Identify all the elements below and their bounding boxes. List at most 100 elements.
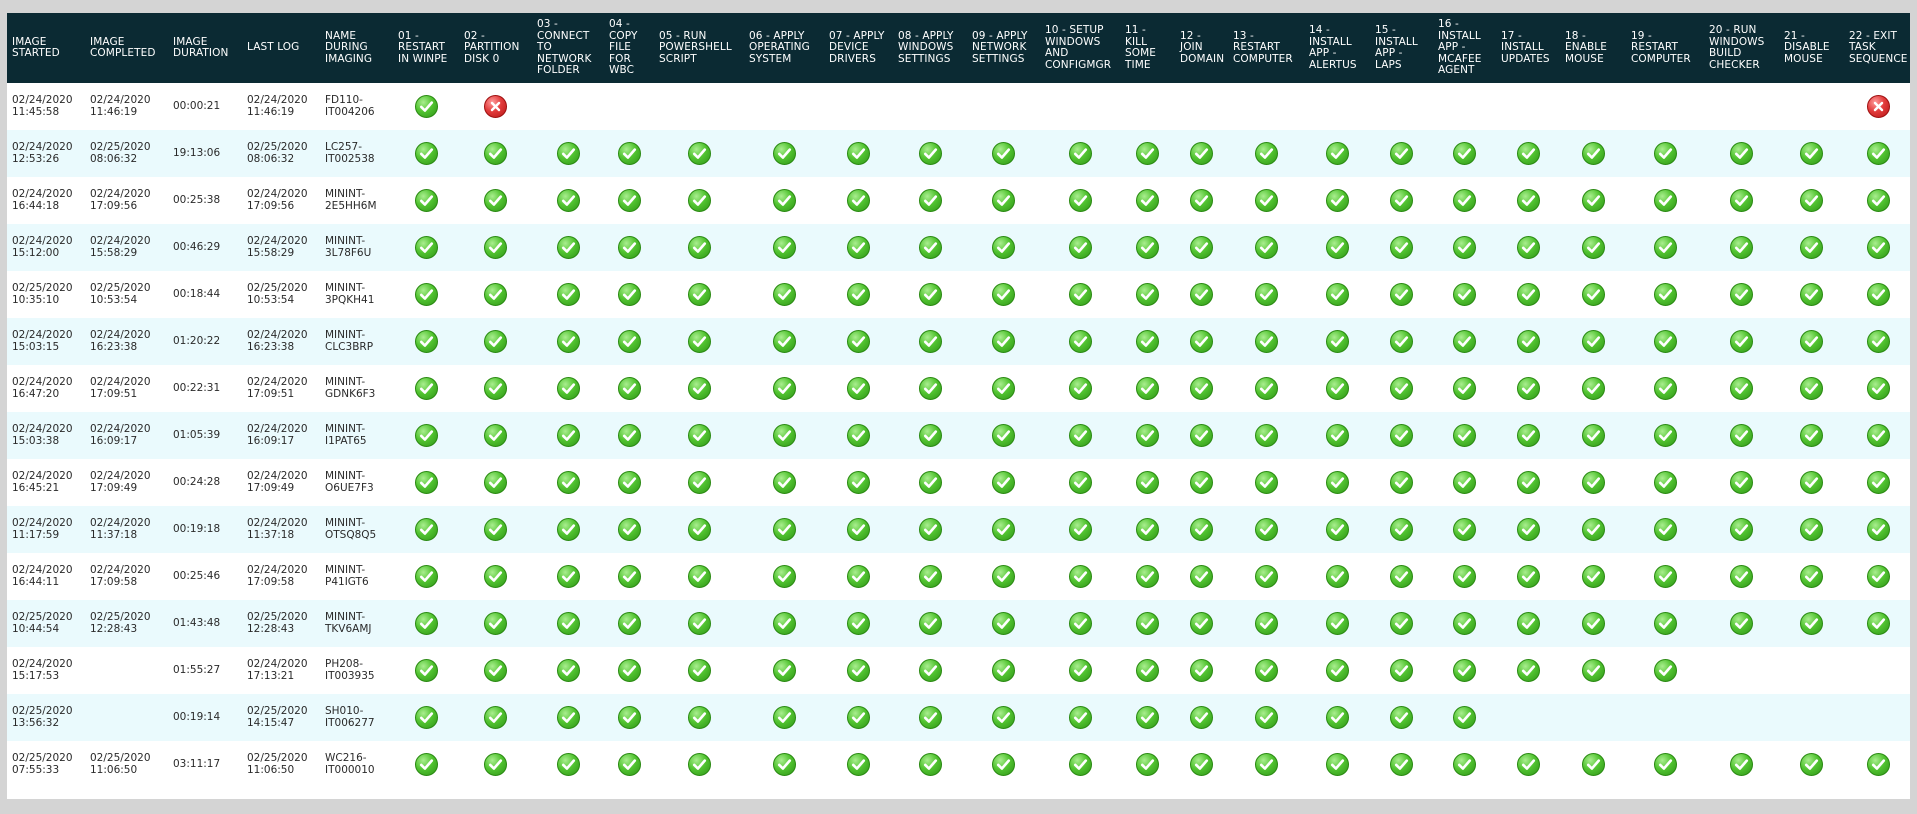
green-check-icon — [1653, 659, 1677, 682]
last-log-cell: 02/25/2020 08:06:32 — [242, 130, 320, 177]
green-check-icon — [1581, 612, 1605, 635]
green-check-icon — [1581, 471, 1605, 494]
column-header: 01 - RESTART IN WINPE — [393, 13, 459, 83]
green-check-icon — [687, 283, 711, 306]
step-status-cell — [1496, 694, 1560, 741]
step-status-cell — [893, 318, 967, 365]
green-check-icon — [1581, 283, 1605, 306]
image-completed-cell: 02/24/2020 16:23:38 — [85, 318, 168, 365]
green-check-icon — [1254, 330, 1278, 353]
step-status-cell — [604, 83, 654, 130]
step-status-cell — [1779, 412, 1844, 459]
image-completed-cell: 02/24/2020 11:46:19 — [90, 94, 151, 118]
green-check-icon — [1136, 142, 1159, 165]
green-check-icon — [992, 659, 1015, 682]
green-check-icon — [1190, 424, 1213, 447]
step-status-cell — [1560, 412, 1626, 459]
step-status-cell — [1370, 83, 1433, 130]
device-name-cell: WC216-IT000010 — [325, 752, 375, 776]
step-status-cell — [1040, 318, 1120, 365]
step-status-cell — [1496, 271, 1560, 318]
step-status-cell — [893, 83, 967, 130]
step-status-cell — [1433, 177, 1496, 224]
image-duration-cell: 19:13:06 — [168, 130, 242, 177]
green-check-icon — [1867, 236, 1890, 259]
step-status-cell — [459, 459, 532, 506]
step-status-cell — [1370, 459, 1433, 506]
green-check-icon — [772, 518, 796, 541]
green-check-icon — [617, 142, 641, 165]
green-check-icon — [1190, 330, 1213, 353]
green-check-icon — [484, 612, 507, 635]
green-check-icon — [556, 471, 580, 494]
green-check-icon — [1068, 753, 1092, 776]
step-status-cell — [967, 130, 1040, 177]
step-status-cell — [1433, 694, 1496, 741]
step-status-cell — [744, 553, 824, 600]
green-check-icon — [1730, 565, 1753, 588]
green-check-icon — [1068, 142, 1092, 165]
green-check-icon — [1136, 189, 1159, 212]
green-check-icon — [1581, 565, 1605, 588]
last-log-cell: 02/24/2020 17:09:56 — [247, 188, 308, 212]
green-check-icon — [1190, 753, 1213, 776]
step-status-cell — [1120, 553, 1175, 600]
table-row: 02/24/2020 16:47:20 02/24/2020 17:09:51 00… — [7, 365, 1910, 412]
step-status-cell — [1040, 741, 1120, 788]
step-status-cell — [1433, 318, 1496, 365]
green-check-icon — [1068, 518, 1092, 541]
column-header: IMAGE DURATION — [168, 13, 242, 83]
green-check-icon — [992, 330, 1015, 353]
image-completed-cell: 02/24/2020 16:09:17 — [85, 412, 168, 459]
step-status-cell — [824, 459, 893, 506]
green-check-icon — [687, 377, 711, 400]
step-status-cell — [1228, 83, 1304, 130]
column-header: IMAGE COMPLETED — [85, 13, 168, 83]
step-status-cell — [1433, 130, 1496, 177]
step-status-cell — [1370, 600, 1433, 647]
step-status-cell — [532, 741, 604, 788]
column-header: 16 - INSTALL APP - MCAFEE AGENT — [1433, 13, 1496, 83]
step-status-cell — [1433, 647, 1496, 694]
step-status-cell — [1626, 553, 1704, 600]
green-check-icon — [1325, 283, 1349, 306]
green-check-icon — [414, 95, 438, 118]
step-status-cell — [459, 506, 532, 553]
column-header: 19 - RESTART COMPUTER — [1626, 13, 1704, 83]
table-row: 02/25/2020 10:44:54 02/25/2020 12:28:43 01… — [7, 600, 1910, 647]
green-check-icon — [556, 753, 580, 776]
green-check-icon — [992, 236, 1015, 259]
step-status-cell — [824, 412, 893, 459]
green-check-icon — [1800, 142, 1823, 165]
step-status-cell — [1704, 83, 1779, 130]
device-name-cell: MININT-OTSQ8Q5 — [320, 506, 393, 553]
step-status-cell — [1175, 741, 1228, 788]
last-log-cell: 02/25/2020 14:15:47 — [242, 694, 320, 741]
step-status-cell — [532, 600, 604, 647]
green-check-icon — [556, 565, 580, 588]
green-check-icon — [918, 330, 942, 353]
green-check-icon — [414, 142, 438, 165]
green-check-icon — [687, 471, 711, 494]
last-log-cell: 02/24/2020 11:46:19 — [247, 94, 308, 118]
step-status-cell — [967, 553, 1040, 600]
green-check-icon — [1453, 471, 1476, 494]
step-status-cell — [1120, 271, 1175, 318]
step-status-cell — [744, 365, 824, 412]
step-status-cell — [654, 177, 744, 224]
step-status-cell — [1228, 318, 1304, 365]
green-check-icon — [1325, 330, 1349, 353]
step-status-cell — [1433, 506, 1496, 553]
table-row: 02/24/2020 16:44:18 02/24/2020 17:09:56 00… — [7, 177, 1910, 224]
step-status-cell — [744, 177, 824, 224]
step-status-cell — [532, 224, 604, 271]
column-header: 11 - KILL SOME TIME — [1120, 13, 1175, 83]
green-check-icon — [772, 283, 796, 306]
step-status-cell — [604, 600, 654, 647]
column-header: 15 - INSTALL APP - LAPS — [1370, 13, 1433, 83]
green-check-icon — [772, 424, 796, 447]
green-check-icon — [847, 753, 870, 776]
green-check-icon — [1190, 189, 1213, 212]
step-status-cell — [459, 365, 532, 412]
step-status-cell — [459, 412, 532, 459]
